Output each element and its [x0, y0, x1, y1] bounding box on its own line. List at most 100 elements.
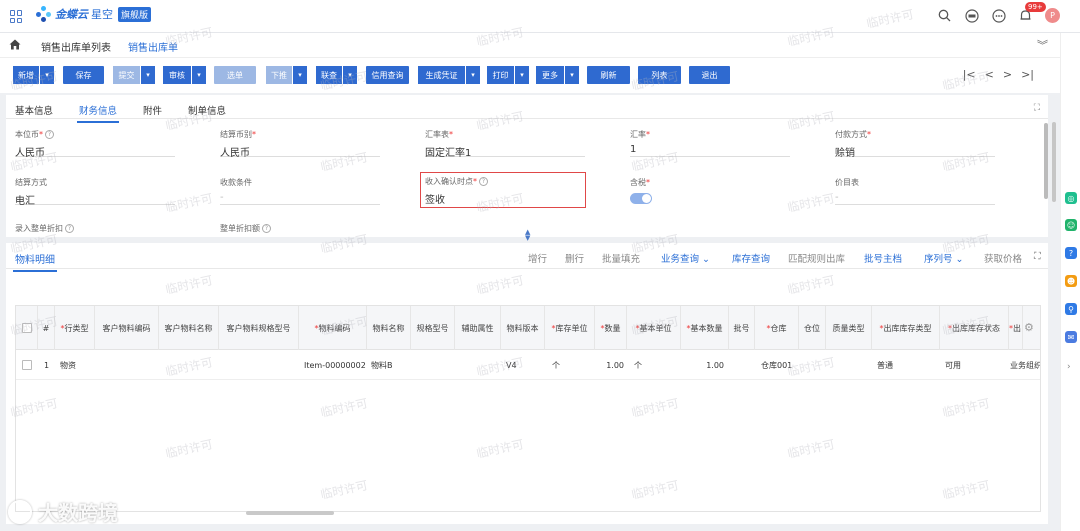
next-record-icon[interactable]: > [1003, 68, 1012, 81]
page-scrollbar[interactable] [1052, 122, 1056, 202]
chevron-right-icon[interactable]: › [1067, 362, 1071, 372]
subtab-creator-info[interactable]: 制单信息 [188, 103, 226, 117]
table-cell[interactable]: 物料B [371, 350, 393, 380]
lot-master-button[interactable]: 批号主档 [864, 251, 902, 265]
local-currency-input[interactable]: 人民币 [15, 141, 175, 159]
push-down-button-label[interactable]: 下推 [266, 66, 292, 84]
select-order-button[interactable]: 选单 [214, 66, 256, 84]
select-all-checkbox[interactable] [21, 323, 32, 333]
col-header[interactable]: * 行类型 [55, 306, 95, 350]
generate-voucher-button[interactable]: 生成凭证 ▾ [418, 66, 480, 84]
delete-row-button[interactable]: 删行 [565, 251, 584, 265]
settlement-method-input[interactable]: 电汇 [15, 189, 175, 207]
monitor-icon[interactable] [964, 8, 979, 23]
table-cell[interactable]: 可用 [945, 350, 961, 380]
help-icon[interactable]: ? [262, 224, 271, 233]
chevron-down-icon[interactable]: ▾ [192, 66, 206, 84]
col-header[interactable]: 批号 [729, 306, 755, 350]
help-question-icon[interactable]: ? [1065, 247, 1077, 259]
print-button-label[interactable]: 打印 [487, 66, 514, 84]
col-header[interactable]: # [38, 306, 55, 350]
chevron-down-icon[interactable]: ▾ [515, 66, 529, 84]
col-header[interactable]: * 出库库存状态 [940, 306, 1009, 350]
more-button[interactable]: 更多 ▾ [536, 66, 579, 84]
col-header[interactable]: * 仓库 [755, 306, 799, 350]
first-record-icon[interactable]: |< [963, 68, 976, 81]
col-header[interactable]: 仓位 [799, 306, 826, 350]
new-button-label[interactable]: 新增 [13, 66, 39, 84]
avatar[interactable]: P [1045, 8, 1060, 23]
chevron-down-icon[interactable]: ▾ [40, 66, 54, 84]
business-query-button[interactable]: 业务查询 ⌄ [661, 251, 710, 265]
add-row-button[interactable]: 增行 [528, 251, 547, 265]
payment-method-input[interactable]: 赊销 [835, 141, 995, 159]
collection-terms-input[interactable]: - [220, 189, 380, 205]
tax-included-toggle[interactable] [630, 193, 652, 204]
col-header[interactable]: 辅助属性 [455, 306, 501, 350]
submit-button[interactable]: 提交 ▾ [113, 66, 155, 84]
col-header[interactable]: 质量类型 [826, 306, 872, 350]
table-cell[interactable]: 物资 [60, 350, 76, 380]
col-header[interactable]: 规格型号 [411, 306, 455, 350]
col-header[interactable]: * 出 [1009, 306, 1023, 350]
print-button[interactable]: 打印 ▾ [487, 66, 529, 84]
double-chevron-down-icon[interactable]: ︾ [1037, 37, 1048, 53]
app-menu-icon[interactable] [10, 10, 23, 23]
exchange-rate-input[interactable]: 1 [630, 141, 790, 157]
list-button[interactable]: 列表 [638, 66, 681, 84]
share-icon[interactable]: ⚲ [1065, 303, 1077, 315]
audit-button[interactable]: 审核 ▾ [163, 66, 206, 84]
previous-record-icon[interactable]: < [985, 68, 994, 81]
message-icon[interactable] [991, 8, 1006, 23]
table-cell[interactable]: 仓库001 [761, 350, 792, 380]
table-cell[interactable]: 1.00 [682, 350, 724, 380]
contact-icon[interactable]: ☺ [1065, 219, 1077, 231]
audit-button-label[interactable]: 审核 [163, 66, 191, 84]
col-header[interactable]: * 出库库存类型 [872, 306, 940, 350]
col-header[interactable]: 物料版本 [501, 306, 545, 350]
col-header[interactable]: * 数量 [595, 306, 627, 350]
col-header[interactable]: * 库存单位 [545, 306, 595, 350]
new-button[interactable]: 新增 ▾ [13, 66, 54, 84]
more-button-label[interactable]: 更多 [536, 66, 564, 84]
get-price-button[interactable]: 获取价格 [984, 251, 1022, 265]
assistant-icon[interactable]: ◎ [1065, 192, 1077, 204]
row-checkbox[interactable] [22, 360, 32, 370]
panel-splitter-icon[interactable]: ▲ ▼ [525, 229, 530, 242]
search-icon[interactable] [937, 8, 952, 23]
match-rule-outbound-button[interactable]: 匹配规则出库 [788, 251, 845, 265]
table-cell[interactable]: 个 [552, 350, 560, 380]
table-cell[interactable]: Item-00000002 [304, 350, 366, 380]
col-header[interactable]: 物料名称 [367, 306, 411, 350]
table-cell[interactable]: 业务组织 [1010, 350, 1040, 380]
bell-icon[interactable]: 99+ [1018, 2, 1046, 23]
table-cell[interactable]: 个 [634, 350, 642, 380]
help-icon[interactable]: ? [65, 224, 74, 233]
serial-number-button[interactable]: 序列号 ⌄ [924, 251, 964, 265]
col-header[interactable]: * 基本单位 [627, 306, 681, 350]
subtab-attachments[interactable]: 附件 [143, 103, 162, 117]
gear-icon[interactable]: ⚙ [1024, 321, 1036, 334]
help-icon[interactable]: ? [45, 130, 54, 139]
tab-sales-outbound-list[interactable]: 销售出库单列表 [41, 39, 111, 54]
submit-button-label[interactable]: 提交 [113, 66, 140, 84]
feedback-icon[interactable]: ☻ [1065, 275, 1077, 287]
form-scrollbar[interactable] [1044, 123, 1048, 199]
chevron-down-icon[interactable]: ▾ [466, 66, 480, 84]
subtab-basic-info[interactable]: 基本信息 [15, 103, 53, 117]
save-button[interactable]: 保存 [63, 66, 104, 84]
chevron-down-icon[interactable]: ▾ [343, 66, 357, 84]
inventory-query-button[interactable]: 库存查询 [732, 251, 770, 265]
refresh-button[interactable]: 刷新 [587, 66, 630, 84]
table-row[interactable]: 1 物资 Item-00000002 物料B V4 个 1.00 个 1.00 … [16, 350, 1040, 380]
col-header[interactable]: 客户物料规格型号 [219, 306, 299, 350]
col-header[interactable]: * 基本数量 [681, 306, 729, 350]
subtab-finance-info[interactable]: 财务信息 [76, 103, 120, 123]
push-down-button[interactable]: 下推 ▾ [266, 66, 307, 84]
col-header[interactable]: 客户物料编码 [95, 306, 159, 350]
chat-icon[interactable]: ✉ [1065, 331, 1077, 343]
help-icon[interactable]: ? [479, 177, 488, 186]
exit-button[interactable]: 退出 [689, 66, 730, 84]
expand-icon[interactable]: ⛶ [1034, 103, 1040, 113]
chevron-down-icon[interactable]: ▾ [293, 66, 307, 84]
